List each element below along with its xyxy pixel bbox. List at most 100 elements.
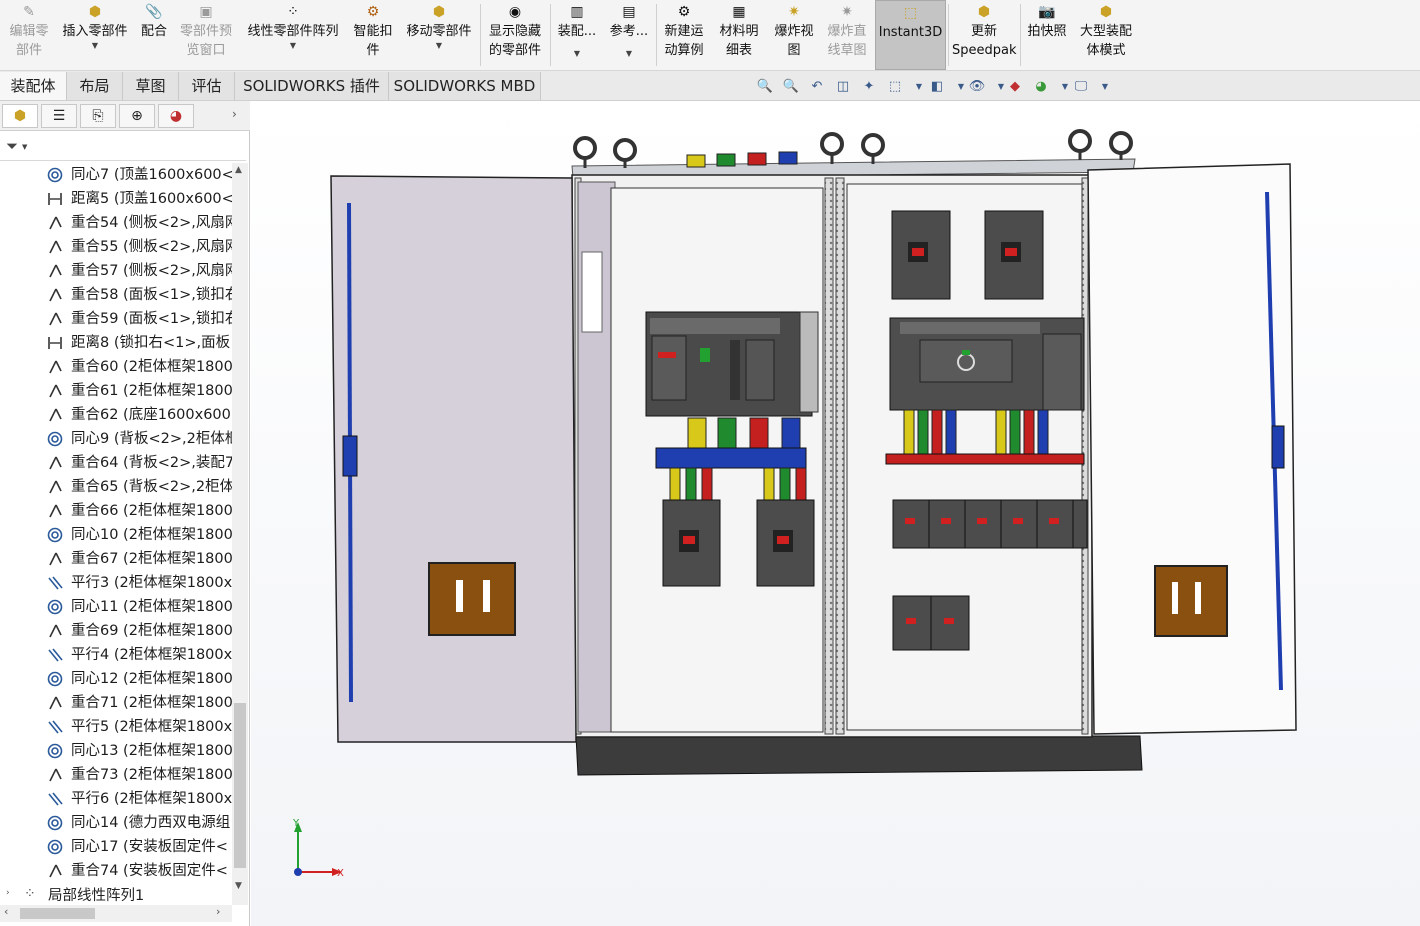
tree-item-label: 平行5 (2柜体框架1800x [71,719,232,735]
tree-item-label: 重合64 (背板<2>,装配715 [71,455,232,471]
mate-button[interactable]: 📎 配合 [136,0,172,70]
tab-solidworks-mbd[interactable]: SOLIDWORKS MBD [389,72,541,100]
tree-mate-item[interactable]: 平行4 (2柜体框架1800x [0,643,232,667]
edit-component-button[interactable]: ✎ 编辑零部件 [4,0,54,70]
graphics-area[interactable]: Y X [251,101,1420,926]
section-view-icon[interactable]: ◫ [834,78,852,96]
tab-sketch[interactable]: 草图 [123,72,179,100]
chevron-down-icon[interactable]: ▼ [574,49,580,59]
chevron-up-icon[interactable]: ▲ [235,165,242,175]
tree-mate-item[interactable]: 重合61 (2柜体框架1800 [0,379,232,403]
parallel-mate-icon [47,647,63,663]
chevron-right-icon[interactable]: › [232,107,237,121]
display-style-icon[interactable]: ◧ [928,78,946,96]
apply-scene-icon[interactable]: ◕ [1032,78,1050,96]
tree-folder-local-pattern[interactable]: › ⁘ 局部线性阵列1 [6,885,236,907]
tree-mate-item[interactable]: 重合64 (背板<2>,装配715 [0,451,232,475]
property-manager-tab[interactable]: ☰ [41,104,77,128]
smart-fasteners-button[interactable]: ⚙ 智能扣件 [348,0,398,70]
right-door-latch [1271,425,1285,469]
concentric-mate-icon [47,815,63,831]
tree-mate-item[interactable]: 重合55 (侧板<2>,风扇网 [0,235,232,259]
tree-item-label: 重合69 (2柜体框架1800 [71,623,232,639]
linear-pattern-button[interactable]: ⁘ 线性零部件阵列 ▼ [240,0,346,70]
reference-geometry-button[interactable]: ▤ 参考... ▼ [604,0,654,70]
zoom-to-fit-icon[interactable]: 🔍 [756,78,774,96]
chevron-down-icon[interactable]: ▼ [1096,78,1114,96]
display-manager-tab[interactable]: ◕ [158,104,194,128]
chevron-down-icon[interactable]: ▼ [910,78,928,96]
tree-mate-item[interactable]: 同心17 (安装板固定件< [0,835,232,859]
tree-mate-item[interactable]: 重合73 (2柜体框架1800 [0,763,232,787]
explode-line-sketch-button[interactable]: ✷ 爆炸直线草图 [822,0,872,70]
tree-mate-item[interactable]: 重合62 (底座1600x600 [0,403,232,427]
update-speedpak-button[interactable]: ⬢ 更新Speedpak [950,0,1018,70]
large-assembly-mode-button[interactable]: ⬢ 大型装配体模式 [1074,0,1138,70]
large-assembly-icon: ⬢ [1099,3,1113,20]
tree-mate-item[interactable]: 同心13 (2柜体框架1800 [0,739,232,763]
tree-mate-item[interactable]: 同心9 (背板<2>,2柜体框 [0,427,232,451]
tab-evaluate[interactable]: 评估 [179,72,235,100]
scrollbar-thumb[interactable] [234,703,246,868]
instant3d-button[interactable]: ⬚ Instant3D [875,0,946,70]
tab-assembly[interactable]: 装配体 [0,72,67,100]
insert-component-button[interactable]: ⬢ 插入零部件 ▼ [56,0,134,70]
dynamic-annotation-icon[interactable]: ✦ [860,78,878,96]
bill-of-materials-button[interactable]: ▦ 材料明细表 [712,0,766,70]
tree-horizontal-scrollbar[interactable]: ‹ › [0,905,232,922]
filter-icon[interactable]: ⏷ [6,137,18,155]
coincident-mate-icon [47,359,63,375]
tree-mate-item[interactable]: 重合71 (2柜体框架1800 [0,691,232,715]
edit-appearance-icon[interactable]: ◆ [1006,78,1024,96]
tree-mate-item[interactable]: 同心11 (2柜体框架1800 [0,595,232,619]
tree-mate-item[interactable]: 重合74 (安装板固定件< [0,859,232,883]
tree-mate-item[interactable]: 重合58 (面板<1>,锁扣右 [0,283,232,307]
dimxpert-manager-tab[interactable]: ⊕ [119,104,155,128]
zoom-to-area-icon[interactable]: 🔍 [782,78,800,96]
chevron-down-icon[interactable]: ▼ [436,41,442,51]
assembly-features-button[interactable]: ▥ 装配... ▼ [552,0,602,70]
tree-mate-item[interactable]: 同心10 (2柜体框架1800 [0,523,232,547]
previous-view-icon[interactable]: ↶ [808,78,826,96]
tree-vertical-scrollbar[interactable]: ▲ ▼ [232,163,248,905]
tree-mate-item[interactable]: 重合59 (面板<1>,锁扣右 [0,307,232,331]
feature-manager-tab[interactable]: ⬢ [2,104,38,128]
take-snapshot-button[interactable]: 📷 拍快照 [1022,0,1072,70]
tree-mate-item[interactable]: 平行5 (2柜体框架1800x [0,715,232,739]
tree-mate-item[interactable]: 距离8 (锁扣右<1>,面板 [0,331,232,355]
scrollbar-thumb[interactable] [20,908,95,919]
tree-mate-item[interactable]: 距离5 (顶盖1600x600< [0,187,232,211]
chevron-right-icon[interactable]: › [216,905,220,918]
component-preview-button[interactable]: ▣ 零部件预览窗口 [174,0,238,70]
tree-mate-item[interactable]: 重合57 (侧板<2>,风扇网 [0,259,232,283]
tree-mate-item[interactable]: 重合66 (2柜体框架1800 [0,499,232,523]
hide-show-items-icon[interactable]: 👁 [968,78,986,96]
tab-solidworks-addins[interactable]: SOLIDWORKS 插件 [235,72,389,100]
tree-mate-item[interactable]: 同心12 (2柜体框架1800 [0,667,232,691]
configuration-manager-tab[interactable]: ⎘ [80,104,116,128]
tree-mate-item[interactable]: 同心14 (德力西双电源组 [0,811,232,835]
tree-mate-item[interactable]: 重合67 (2柜体框架1800 [0,547,232,571]
tree-item-label: 重合55 (侧板<2>,风扇网 [71,239,232,255]
tree-mate-item[interactable]: 重合54 (侧板<2>,风扇网 [0,211,232,235]
chevron-down-icon[interactable]: ▼ [626,49,632,59]
move-component-button[interactable]: ⬢ 移动零部件 ▼ [400,0,478,70]
tree-mate-item[interactable]: 平行6 (2柜体框架1800x [0,787,232,811]
view-settings-icon[interactable]: 🖵 [1072,78,1090,96]
chevron-left-icon[interactable]: ‹ [4,905,8,918]
chevron-down-icon[interactable]: ▼ [290,41,296,51]
chevron-down-icon[interactable]: ▼ [22,143,27,151]
view-orientation-icon[interactable]: ⬚ [886,78,904,96]
show-hidden-components-button[interactable]: ◉ 显示隐藏的零部件 [482,0,548,70]
chevron-down-icon[interactable]: ▼ [92,41,98,51]
tree-mate-item[interactable]: 同心7 (顶盖1600x600< [0,163,232,187]
new-motion-study-button[interactable]: ⚙ 新建运动算例 [658,0,710,70]
chevron-down-icon[interactable]: ▼ [235,881,242,891]
tree-mate-item[interactable]: 重合65 (背板<2>,2柜体 [0,475,232,499]
tree-mate-item[interactable]: 重合69 (2柜体框架1800 [0,619,232,643]
tree-mate-item[interactable]: 平行3 (2柜体框架1800x [0,571,232,595]
chevron-right-icon[interactable]: › [6,888,10,898]
tab-layout[interactable]: 布局 [67,72,123,100]
exploded-view-button[interactable]: ✷ 爆炸视图 [768,0,820,70]
tree-mate-item[interactable]: 重合60 (2柜体框架1800 [0,355,232,379]
